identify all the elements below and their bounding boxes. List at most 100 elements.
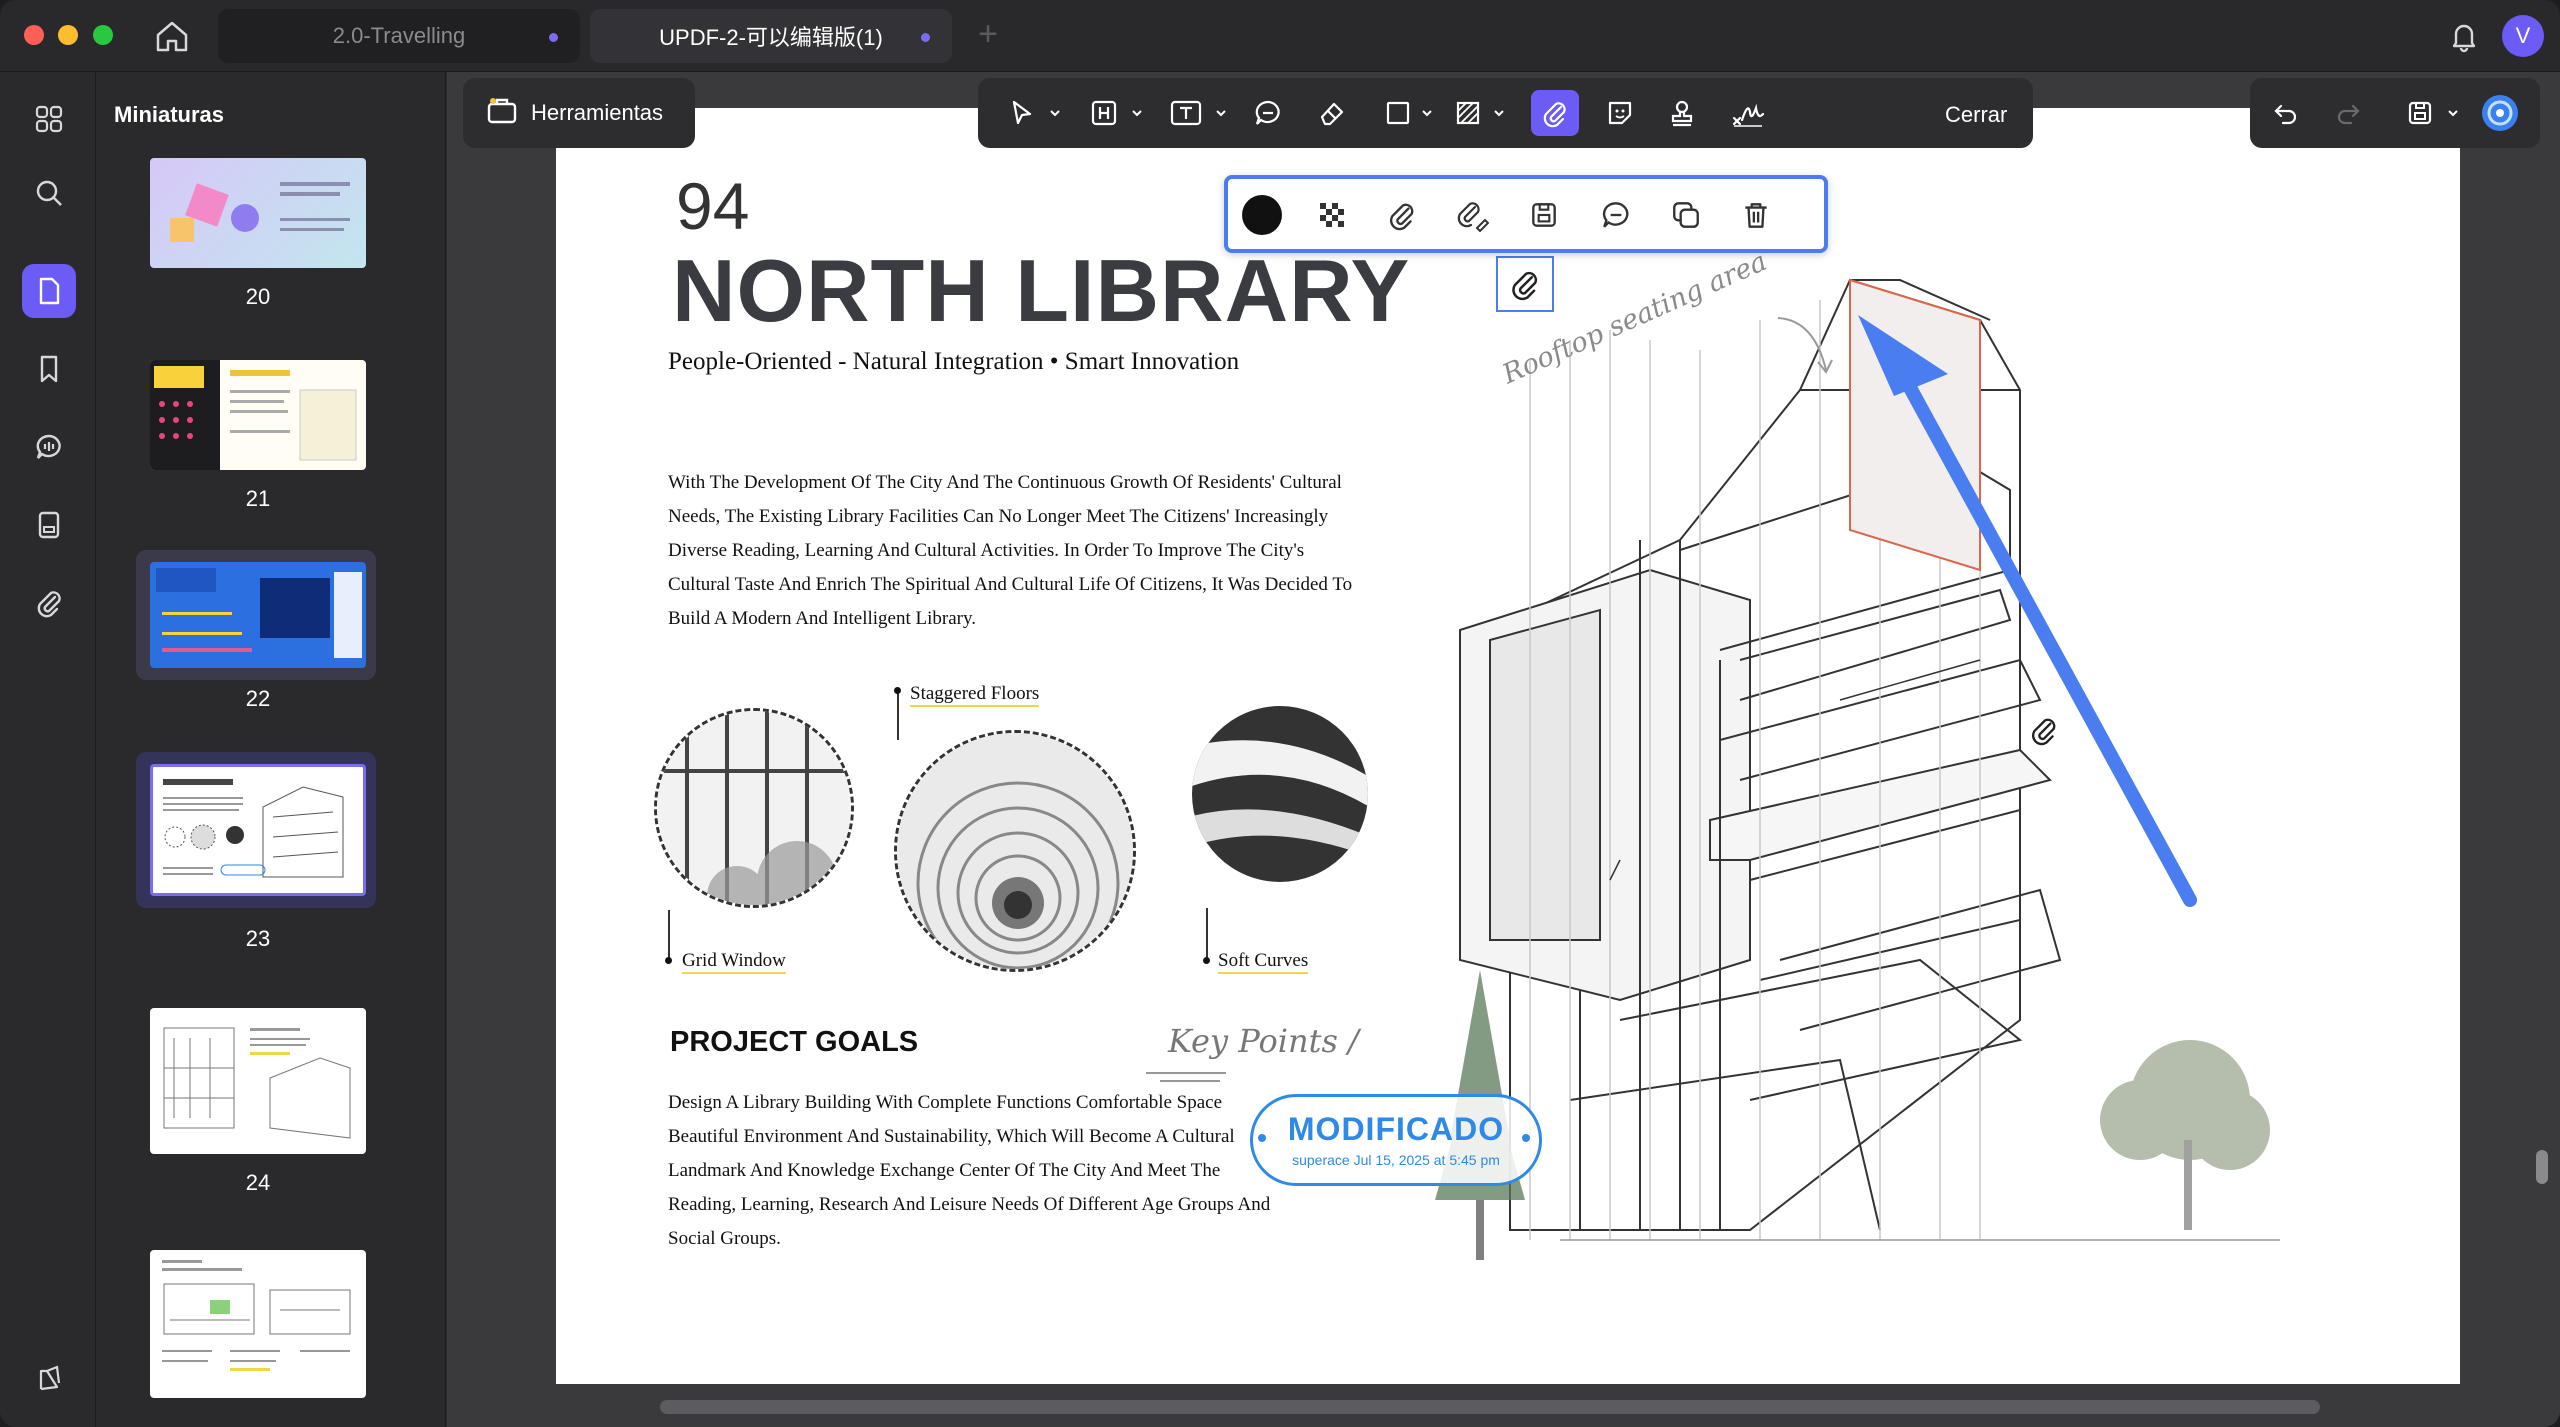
stamp-handle[interactable] [1522,1134,1530,1142]
page-icon[interactable] [22,264,76,318]
text-box-tool-icon[interactable] [1162,90,1210,136]
caption-leader-line [1206,908,1208,960]
thumbnail-page-25[interactable] [150,1250,366,1398]
arrow-annotation[interactable] [1850,300,2210,920]
undo-icon[interactable] [2262,90,2310,136]
eraser-tool-icon[interactable] [1308,90,1356,136]
staggered-floors-image [894,730,1136,972]
rectangle-tool-icon[interactable] [1374,90,1422,136]
caption-leader-line [897,690,899,740]
opacity-icon[interactable] [1310,193,1354,237]
select-tool-icon[interactable] [998,90,1046,136]
stamp-tool-icon[interactable] [1658,90,1706,136]
left-rail [0,72,96,1427]
caption-dot [665,957,672,964]
color-swatch[interactable] [1240,193,1284,237]
form-icon[interactable] [22,498,76,552]
tab-unsaved-dot [549,33,558,42]
title-bar: 2.0-Travelling UPDF-2-可以编辑版(1) + V [0,0,2560,72]
chevron-down-icon[interactable] [1130,106,1144,120]
attachment-icon[interactable] [1380,193,1424,237]
note-curve-arrow [1777,317,1833,374]
chevron-down-icon[interactable] [1492,106,1506,120]
home-icon[interactable] [152,16,192,56]
thumbnail-page-20[interactable] [150,158,366,268]
sticker-tool-icon[interactable] [1596,90,1644,136]
page-number-heading: 94 [676,169,750,243]
thumbnail-number: 24 [245,1170,271,1195]
page-title: NORTH LIBRARY [672,241,1411,340]
grid-window-image [654,708,854,908]
thumbnails-panel: Miniaturas 20 21 22 23 24 [96,72,536,1427]
chevron-down-icon[interactable] [1048,106,1062,120]
comment-icon[interactable] [1594,193,1638,237]
chevron-down-icon[interactable] [1214,106,1228,120]
project-goals-paragraph: Design A Library Building With Complete … [668,1092,1271,1249]
thumbnail-number: 23 [245,926,271,951]
thumbnail-page-22[interactable] [150,562,366,668]
attachment-tool-icon[interactable] [1531,90,1579,136]
save-attachment-icon[interactable] [1522,193,1566,237]
attachment-marker[interactable] [2024,710,2064,750]
caption-dot [1203,957,1210,964]
attachment-icon[interactable] [22,576,76,630]
attachment-marker-selected[interactable] [1496,256,1554,312]
signature-tool-icon[interactable] [1724,90,1772,136]
close-annotation-button[interactable]: Cerrar [1945,102,2007,128]
stamp-meta: superace Jul 15, 2025 at 5:45 pm [1292,1152,1500,1168]
tab-label: UPDF-2-可以编辑版(1) [659,25,883,50]
tab-updf[interactable]: UPDF-2-可以编辑版(1) [590,9,952,63]
comment-icon[interactable] [22,420,76,474]
soft-curves-image [1192,706,1368,882]
thumbnail-page-21[interactable] [150,360,366,470]
stamp-handle[interactable] [1258,1134,1266,1142]
user-avatar[interactable]: V [2502,15,2544,57]
attachment-edit-icon[interactable] [1450,193,1494,237]
area-fill-tool-icon[interactable] [1444,90,1492,136]
duplicate-icon[interactable] [1664,193,1708,237]
page-subtitle: People-Oriented - Natural Integration • … [668,348,1240,375]
save-icon[interactable] [2396,90,2444,136]
grid-icon[interactable] [22,92,76,146]
thumbnail-number: 20 [245,284,271,309]
attachment-icon [2031,718,2056,746]
toolbox-icon [485,93,519,133]
caption-soft-curves: Soft Curves [1218,950,1309,974]
thumbnail-page-23[interactable] [150,764,366,896]
annotation-toolbar [978,78,2033,148]
new-tab-button[interactable]: + [968,14,1008,54]
zoom-window-button[interactable] [93,25,113,45]
delete-icon[interactable] [1734,193,1778,237]
redo-icon[interactable] [2324,90,2372,136]
tools-button[interactable]: Herramientas [463,78,695,148]
thumbnail-number: 22 [245,686,271,711]
thumbnail-page-24[interactable] [150,1008,366,1154]
stamp-label: MODIFICADO [1287,1111,1505,1147]
layers-icon[interactable] [22,1352,76,1406]
attachment-icon [1512,271,1538,301]
modified-stamp[interactable]: MODIFICADO superace Jul 15, 2025 at 5:45… [1250,1094,1542,1186]
notification-bell-icon[interactable] [2444,16,2484,56]
panel-title: Miniaturas [114,102,225,127]
minimize-window-button[interactable] [58,25,78,45]
tab-unsaved-dot [921,33,930,42]
bookmark-icon[interactable] [22,342,76,396]
document-actions-toolbar [2250,78,2540,148]
ai-assistant-icon[interactable] [2476,90,2524,136]
tab-travelling[interactable]: 2.0-Travelling [218,9,580,63]
comment-tool-icon[interactable] [1244,90,1292,136]
tab-label: 2.0-Travelling [332,23,466,48]
vertical-scrollbar[interactable] [2536,1150,2548,1184]
horizontal-scrollbar[interactable] [660,1400,2320,1414]
thumbnail-number: 21 [245,486,271,511]
attachment-properties-toolbar [1224,175,1828,253]
chevron-down-icon[interactable] [1420,106,1434,120]
intro-paragraph: With The Development Of The City And The… [668,472,1353,629]
highlight-tool-icon[interactable] [1080,90,1128,136]
caption-staggered-floors: Staggered Floors [910,683,1040,707]
close-window-button[interactable] [24,25,44,45]
tools-label: Herramientas [531,100,664,125]
search-icon[interactable] [22,166,76,220]
caption-leader-line [668,910,670,960]
chevron-down-icon[interactable] [2446,106,2460,120]
